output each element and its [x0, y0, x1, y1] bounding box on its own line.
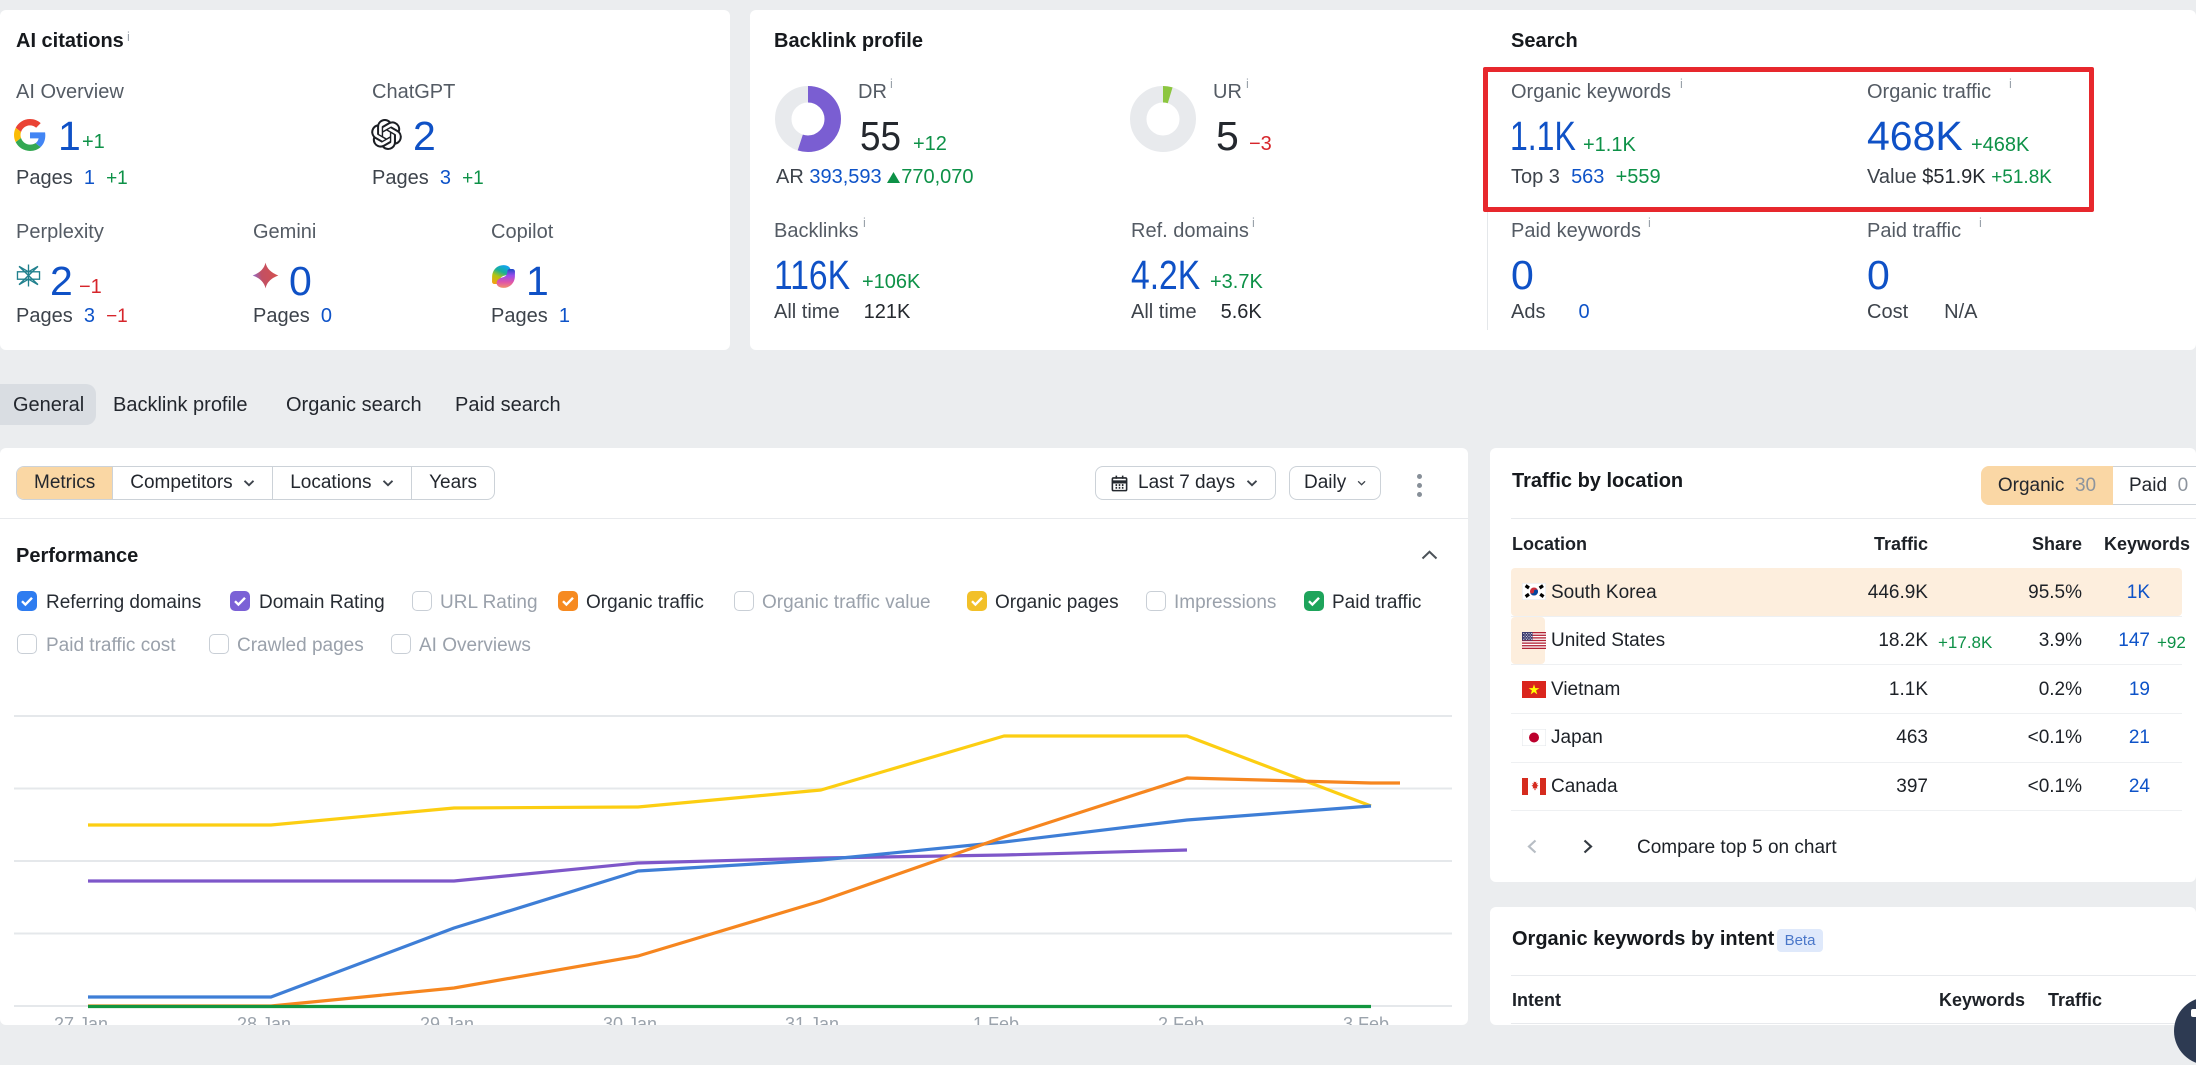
- svg-text:3 Feb: 3 Feb: [1343, 1014, 1389, 1025]
- svg-text:31 Jan: 31 Jan: [785, 1014, 839, 1025]
- svg-text:27 Jan: 27 Jan: [54, 1014, 108, 1025]
- svg-text:1 Feb: 1 Feb: [973, 1014, 1019, 1025]
- svg-text:30 Jan: 30 Jan: [603, 1014, 657, 1025]
- svg-text:2 Feb: 2 Feb: [1158, 1014, 1204, 1025]
- svg-text:29 Jan: 29 Jan: [420, 1014, 474, 1025]
- svg-text:28 Jan: 28 Jan: [237, 1014, 291, 1025]
